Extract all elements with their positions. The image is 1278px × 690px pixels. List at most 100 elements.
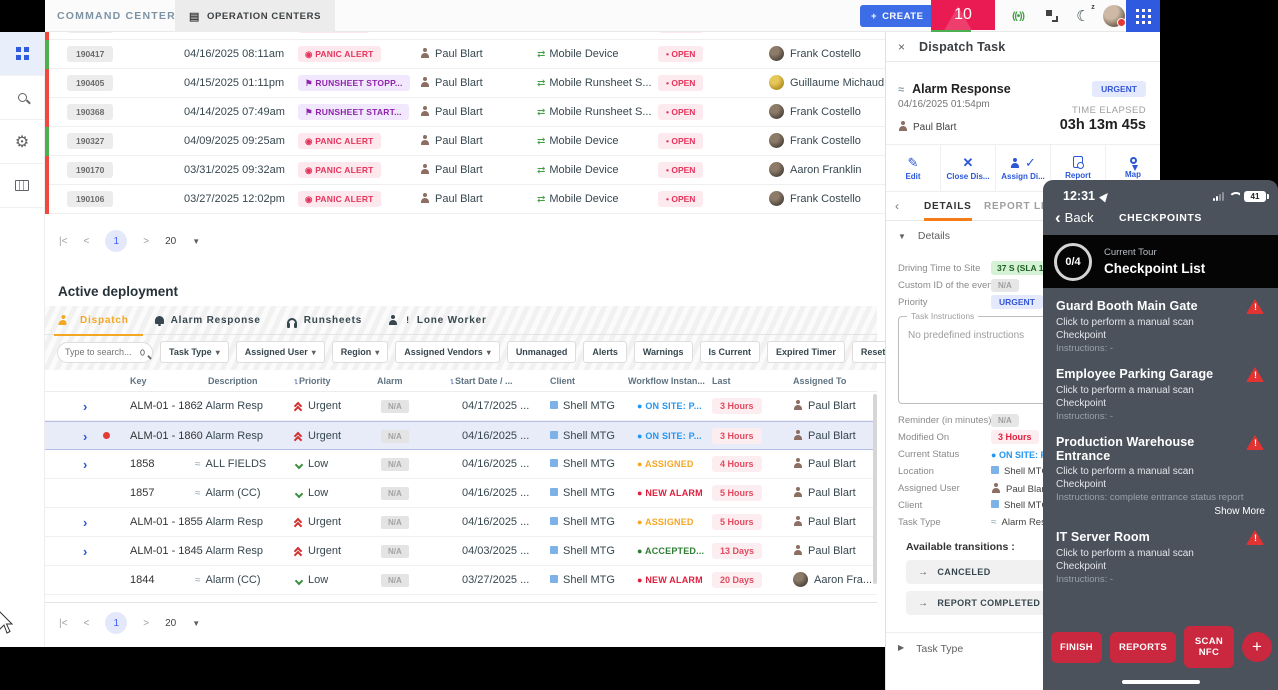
current-page[interactable]: 1 [105,230,127,252]
arrow-right-icon: → [918,598,928,609]
current-page[interactable]: 1 [105,612,127,634]
tab-report[interactable]: REPORT [984,192,1030,221]
column-header-priority[interactable]: ↑↓Priority [293,370,331,392]
scan-nfc-button[interactable]: SCAN NFC [1184,626,1234,668]
table-row[interactable]: 190417 04/16/2025 08:11am ◉ PANIC ALERT … [45,40,885,69]
tab-dispatch[interactable]: Dispatch [58,306,129,335]
prev-page-button[interactable]: < [83,236,89,247]
checkpoint-item[interactable]: IT Server Room Click to perform a manual… [1056,530,1265,585]
sort-icon: ↑↓ [293,376,296,386]
filter-assigned-vendors[interactable]: Assigned Vendors▾ [395,341,500,363]
workflow-status: ● ON SITE: P... [637,422,702,451]
filter-region[interactable]: Region▾ [332,341,389,363]
record-datetime: 04/14/2025 07:49am [184,98,285,127]
finish-button[interactable]: FINISH [1051,632,1102,663]
page-size[interactable]: 20 [165,618,176,629]
sidebar-item-dashboard[interactable] [0,32,44,76]
close-dispatch-button[interactable]: ✕ Close Dis... [941,145,996,191]
close-icon[interactable]: × [898,40,905,54]
tab-runsheets[interactable]: Runsheets [287,306,362,335]
alarm-na-badge: N/A [381,430,409,443]
record-datetime: 04/09/2025 09:25am [184,127,285,156]
filter-assigned-user[interactable]: Assigned User▾ [236,341,325,363]
scrollbar[interactable] [873,394,877,584]
alert-count-badge[interactable]: 10 [931,0,995,30]
checkpoint-item[interactable]: Guard Booth Main Gate Click to perform a… [1056,299,1265,354]
column-header-client[interactable]: Client [550,370,575,392]
avatar[interactable] [1100,0,1128,32]
device-icon: ⇄ [537,78,545,89]
column-header-assigned-to[interactable]: Assigned To [793,370,846,392]
search-input[interactable] [65,347,135,357]
table-row[interactable]: 1844 ≈Alarm (CC) Low N/A 03/27/2025 ... … [45,566,877,595]
table-row[interactable]: 190170 03/31/2025 09:32am ◉ PANIC ALERT … [45,156,885,185]
expand-chevron-icon[interactable]: › [83,537,87,566]
table-row[interactable]: 190106 03/27/2025 12:02pm ◉ PANIC ALERT … [45,185,885,214]
edit-button[interactable]: ✎ Edit [886,145,941,191]
table-row[interactable]: 190431 04/16/2025 04:10pm PANIC ALERT Pa… [45,32,885,40]
table-row[interactable]: › ALM-01 - 1862 ≈Alarm Resp Urgent N/A 0… [45,392,877,421]
details-section-header[interactable]: ▼ Details [898,230,950,242]
table-row[interactable]: 190368 04/14/2025 07:49am ⚑ RUNSHEET STA… [45,98,885,127]
reports-button[interactable]: REPORTS [1110,632,1176,663]
chevron-down-icon[interactable]: ▼ [192,619,200,628]
tab-details[interactable]: DETAILS [924,192,972,221]
column-header-key[interactable]: Key [130,370,147,392]
checkpoint-item[interactable]: Production Warehouse Entrance Click to p… [1056,435,1265,517]
expand-chevron-icon[interactable]: › [83,392,87,421]
tab-operation-centers[interactable]: ▤ OPERATION CENTERS [175,0,335,32]
expand-chevron-icon[interactable]: › [83,422,87,451]
record-id-badge: 190431 [67,32,113,33]
bell-icon [155,316,164,324]
filter-is-current[interactable]: Is Current [700,341,761,363]
tab-alarm-response[interactable]: Alarm Response [155,306,261,335]
apps-grid-button[interactable] [1126,0,1160,32]
table-row[interactable]: › 1858 ≈ALL FIELDS Low N/A 04/16/2025 ..… [45,450,877,479]
filter-unmanaged[interactable]: Unmanaged [507,341,577,363]
table-row[interactable]: › ALM-01 - 1845 ≈Alarm Resp Urgent N/A 0… [45,537,877,566]
assign-dispatch-button[interactable]: ✓ Assign Di... [996,145,1051,191]
sidebar-item-map[interactable] [0,164,44,208]
home-indicator[interactable] [1122,680,1200,684]
sidebar-item-settings[interactable]: ⚙ [0,120,44,164]
expand-chevron-icon[interactable]: › [83,508,87,537]
tab-lone-worker[interactable]: ! Lone Worker [388,306,487,335]
column-header-start-date[interactable]: ↑↓Start Date / ... [449,370,513,392]
tabs-back-chevron[interactable]: ‹ [895,192,900,221]
table-row[interactable]: 190405 04/15/2025 01:11pm ⚑ RUNSHEET STO… [45,69,885,98]
column-header-alarm[interactable]: Alarm [377,370,403,392]
table-row-selected[interactable]: › ALM-01 - 1860 ≈Alarm Resp Urgent N/A 0… [45,421,877,450]
night-mode-icon[interactable]: ☾ [1069,0,1097,32]
create-button[interactable]: + CREATE [860,5,934,27]
column-header-workflow[interactable]: Workflow Instan... [628,370,705,392]
checkpoint-item[interactable]: Employee Parking Garage Click to perform… [1056,367,1265,422]
filter-task-type[interactable]: Task Type▾ [160,341,229,363]
chevron-down-icon[interactable]: ▼ [192,237,200,246]
chevron-down-icon: ▾ [375,348,379,357]
column-header-description[interactable]: Description [208,370,258,392]
table-row[interactable]: 1857 ≈Alarm (CC) Low N/A 04/16/2025 ... … [45,479,877,508]
first-page-button[interactable]: |< [59,236,67,247]
table-row[interactable]: › ALM-01 - 1855 ≈Alarm Resp Urgent N/A 0… [45,508,877,537]
filter-expired-timer[interactable]: Expired Timer [767,341,845,363]
sidebar-item-search[interactable] [0,76,44,120]
show-more-link[interactable]: Show More [1056,506,1265,517]
search-input-wrap[interactable] [57,342,153,363]
back-button[interactable]: ‹ Back [1055,210,1094,225]
table-row[interactable]: 190327 04/09/2025 09:25am ◉ PANIC ALERT … [45,127,885,156]
filter-warnings[interactable]: Warnings [634,341,693,363]
add-fab-button[interactable]: + [1242,632,1272,662]
fullscreen-icon[interactable] [1039,0,1065,32]
filter-alerts[interactable]: Alerts [583,341,627,363]
page-size[interactable]: 20 [165,236,176,247]
column-header-last[interactable]: Last [712,370,731,392]
broadcast-icon[interactable]: ((•)) [1003,0,1033,32]
prev-page-button[interactable]: < [83,618,89,629]
last-updated-badge: 3 Hours [712,428,762,444]
next-page-button[interactable]: > [143,236,149,247]
first-page-button[interactable]: |< [59,618,67,629]
expand-chevron-icon[interactable]: › [83,450,87,479]
task-icon: ≈ [195,517,201,528]
device-icon: ⇄ [537,194,545,205]
next-page-button[interactable]: > [143,618,149,629]
